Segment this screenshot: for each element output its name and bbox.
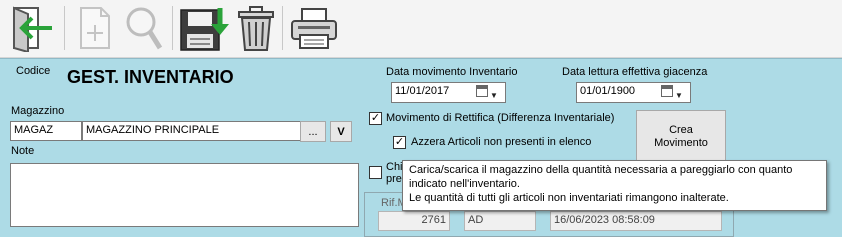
note-textarea[interactable]: [10, 163, 359, 227]
note-label: Note: [11, 145, 35, 157]
data-movimento-picker[interactable]: 11/01/2017 ▼: [391, 82, 506, 103]
toolbar-separator: [172, 6, 173, 50]
check-icon: ✓: [394, 136, 405, 148]
magazzino-name-field[interactable]: MAGAZZINO PRINCIPALE: [82, 121, 301, 141]
data-movimento-value: 11/01/2017: [395, 85, 450, 97]
toolbar: [0, 0, 842, 58]
check-icon: ✓: [370, 112, 381, 124]
save-button[interactable]: [178, 3, 232, 53]
calendar-icon: [661, 85, 673, 97]
print-button[interactable]: [288, 3, 340, 53]
save-icon: [180, 8, 229, 51]
crea-movimento-button[interactable]: Crea Movimento: [636, 110, 726, 161]
azzera-checkbox[interactable]: ✓: [393, 136, 406, 149]
codice-label: Codice: [16, 65, 51, 77]
data-lettura-value: 01/01/1900: [580, 85, 636, 97]
rif-datetime-field: 16/06/2023 08:58:09: [550, 211, 722, 231]
chevron-down-icon: ▼: [490, 91, 498, 100]
delete-icon: [238, 6, 274, 51]
page-title: GEST. INVENTARIO: [67, 67, 234, 87]
rettifica-checkbox[interactable]: ✓: [369, 112, 382, 125]
toolbar-separator: [282, 6, 283, 50]
calendar-icon: [476, 85, 488, 97]
chi-label-continued: pre: [386, 173, 402, 185]
v-button[interactable]: V: [330, 121, 352, 142]
print-icon: [291, 8, 337, 49]
crea-movimento-label-1: Crea: [669, 123, 693, 136]
rif-code-field: AD: [464, 211, 536, 231]
rettifica-label: Movimento di Rettifica (Differenza Inven…: [386, 112, 615, 124]
search-button[interactable]: [122, 3, 166, 53]
azzera-label: Azzera Articoli non presenti in elenco: [411, 136, 592, 148]
chi-label: Chi: [386, 161, 403, 173]
data-lettura-label: Data lettura effettiva giacenza: [562, 66, 708, 78]
new-document-icon: [80, 7, 110, 49]
browse-button[interactable]: ...: [300, 121, 326, 142]
tooltip-line: Le quantità di tutti gli articoli non in…: [409, 192, 729, 204]
delete-button[interactable]: [233, 3, 279, 53]
exit-button[interactable]: [6, 3, 58, 53]
search-icon: [126, 7, 163, 50]
data-movimento-label: Data movimento Inventario: [386, 66, 518, 78]
new-button[interactable]: [74, 3, 116, 53]
data-lettura-picker[interactable]: 01/01/1900 ▼: [576, 82, 691, 103]
tooltip: Carica/scarica il magazzino della quanti…: [402, 160, 827, 211]
tooltip-line: indicato nell'inventario.: [409, 178, 520, 190]
tooltip-line: Carica/scarica il magazzino della quanti…: [409, 164, 793, 176]
toolbar-separator: [64, 6, 65, 50]
rif-number-field: 2761: [378, 211, 450, 231]
magazzino-label: Magazzino: [11, 105, 65, 117]
crea-movimento-label-2: Movimento: [654, 136, 708, 149]
exit-icon: [13, 6, 52, 52]
chi-checkbox[interactable]: [369, 166, 382, 179]
chevron-down-icon: ▼: [675, 91, 683, 100]
magazzino-code-field[interactable]: MAGAZ: [10, 121, 82, 141]
